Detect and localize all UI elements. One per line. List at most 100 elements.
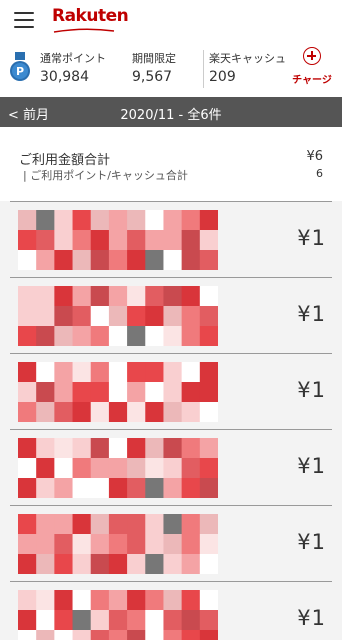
- mosaic-cell: [127, 306, 146, 327]
- mosaic-cell: [127, 382, 146, 403]
- mosaic-cell: [54, 306, 74, 327]
- mosaic-cell: [90, 250, 110, 270]
- regular-points-label: 通常ポイント: [40, 52, 106, 65]
- mosaic-cell: [36, 362, 55, 383]
- mosaic-cell: [108, 362, 128, 383]
- mosaic-cell: [36, 306, 55, 327]
- mosaic-cell: [108, 382, 128, 403]
- mosaic-cell: [127, 286, 146, 307]
- mosaic-cell: [108, 438, 128, 459]
- mosaic-cell: [145, 402, 164, 422]
- transaction-row[interactable]: ¥1: [10, 277, 332, 353]
- mosaic-cell: [36, 514, 55, 535]
- mosaic-cell: [127, 610, 146, 631]
- hamburger-icon[interactable]: [14, 12, 34, 28]
- mosaic-cell: [181, 554, 201, 574]
- mosaic-cell: [163, 402, 183, 422]
- mosaic-cell: [145, 534, 164, 555]
- transaction-amount: ¥1: [297, 454, 326, 478]
- mosaic-cell: [127, 514, 146, 535]
- mosaic-cell: [181, 362, 201, 383]
- mosaic-cell: [90, 590, 110, 611]
- transaction-amount: ¥1: [297, 302, 326, 326]
- mosaic-cell: [36, 478, 55, 498]
- mosaic-cell: [18, 230, 37, 251]
- mosaic-cell: [199, 554, 218, 574]
- transaction-row[interactable]: ¥1: [10, 505, 332, 581]
- mosaic-cell: [145, 554, 164, 574]
- limited-points: 期間限定 9,567: [132, 50, 176, 85]
- mosaic-cell: [127, 230, 146, 251]
- plus-circle-icon: [303, 47, 321, 65]
- svg-text:P: P: [16, 65, 24, 78]
- charge-button[interactable]: チャージ: [290, 47, 334, 86]
- mosaic-cell: [54, 478, 74, 498]
- mosaic-cell: [145, 210, 164, 231]
- mosaic-cell: [199, 382, 218, 403]
- mosaic-cell: [181, 326, 201, 346]
- mosaic-cell: [127, 630, 146, 640]
- mosaic-cell: [199, 610, 218, 631]
- mosaic-cell: [36, 326, 55, 346]
- prev-month-link[interactable]: < 前月: [8, 104, 49, 123]
- mosaic-cell: [145, 438, 164, 459]
- mosaic-cell: [72, 306, 92, 327]
- mosaic-cell: [90, 554, 110, 574]
- mosaic-cell: [108, 230, 128, 251]
- mosaic-cell: [145, 362, 164, 383]
- mosaic-cell: [18, 554, 37, 574]
- mosaic-cell: [199, 250, 218, 270]
- mosaic-cell: [163, 362, 183, 383]
- points-summary: P 通常ポイント 30,984 期間限定 9,567 楽天キャッシュ 209 チ…: [0, 42, 342, 94]
- mosaic-cell: [18, 610, 37, 631]
- mosaic-cell: [54, 250, 74, 270]
- redacted-merchant-image: [18, 590, 218, 640]
- transaction-row[interactable]: ¥1: [10, 581, 332, 640]
- mosaic-cell: [18, 306, 37, 327]
- mosaic-cell: [108, 610, 128, 631]
- transaction-row[interactable]: ¥1: [10, 429, 332, 505]
- mosaic-cell: [72, 210, 92, 231]
- mosaic-cell: [199, 478, 218, 498]
- mosaic-cell: [18, 478, 37, 498]
- mosaic-cell: [181, 210, 201, 231]
- mosaic-cell: [90, 610, 110, 631]
- total-amount-label: ご利用金額合計: [19, 153, 111, 168]
- mosaic-cell: [54, 590, 74, 611]
- mosaic-cell: [36, 286, 55, 307]
- mosaic-cell: [181, 250, 201, 270]
- mosaic-cell: [145, 458, 164, 479]
- mosaic-cell: [108, 514, 128, 535]
- mosaic-cell: [72, 458, 92, 479]
- mosaic-cell: [72, 590, 92, 611]
- mosaic-cell: [127, 458, 146, 479]
- rakuten-cash-label: 楽天キャッシュ: [209, 52, 286, 65]
- transaction-row[interactable]: ¥1: [10, 201, 332, 277]
- mosaic-cell: [163, 306, 183, 327]
- mosaic-cell: [163, 514, 183, 535]
- transaction-row[interactable]: ¥1: [10, 353, 332, 429]
- mosaic-cell: [145, 326, 164, 346]
- mosaic-cell: [90, 286, 110, 307]
- mosaic-cell: [36, 590, 55, 611]
- mosaic-cell: [18, 630, 37, 640]
- mosaic-cell: [163, 438, 183, 459]
- transaction-amount: ¥1: [297, 226, 326, 250]
- mosaic-cell: [54, 382, 74, 403]
- mosaic-cell: [54, 402, 74, 422]
- mosaic-cell: [36, 402, 55, 422]
- mosaic-cell: [145, 478, 164, 498]
- logo-swoosh: [53, 28, 115, 33]
- transaction-list: ¥1 ¥1 ¥1 ¥1 ¥1 ¥1: [0, 201, 342, 640]
- mosaic-cell: [181, 630, 201, 640]
- mosaic-cell: [90, 382, 110, 403]
- mosaic-cell: [163, 610, 183, 631]
- limited-points-label: 期間限定: [132, 52, 176, 65]
- mosaic-cell: [127, 402, 146, 422]
- mosaic-cell: [127, 438, 146, 459]
- mosaic-cell: [54, 458, 74, 479]
- mosaic-cell: [199, 590, 218, 611]
- mosaic-cell: [199, 438, 218, 459]
- mosaic-cell: [72, 514, 92, 535]
- mosaic-cell: [181, 478, 201, 498]
